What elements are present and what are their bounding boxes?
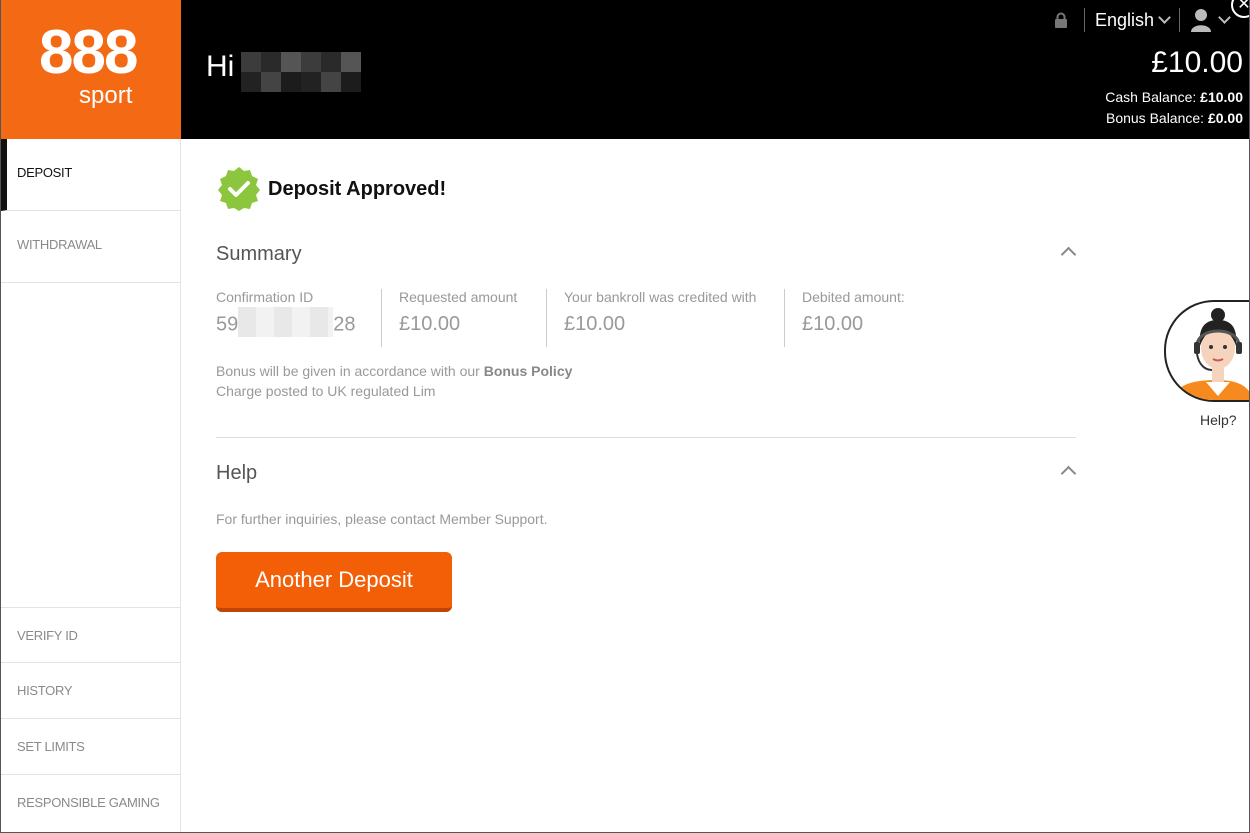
- separator: [1179, 8, 1180, 32]
- cash-balance: Cash Balance: £10.00: [1105, 89, 1243, 105]
- credited-amount-label: Your bankroll was credited with: [564, 289, 757, 305]
- section-divider: [216, 437, 1076, 438]
- chevron-up-icon[interactable]: [1060, 465, 1077, 482]
- status-text: Deposit Approved!: [268, 177, 447, 200]
- bonus-balance-value: £0.00: [1207, 110, 1243, 126]
- requested-amount-col: Requested amount £10.00: [381, 289, 546, 347]
- summary-title[interactable]: Summary: [216, 243, 302, 266]
- chevron-up-icon[interactable]: [1060, 246, 1077, 263]
- credited-amount-col: Your bankroll was credited with £10.00: [546, 289, 784, 347]
- bonus-policy-link[interactable]: Bonus Policy: [484, 363, 573, 379]
- confirmation-id-label: Confirmation ID: [216, 289, 314, 305]
- sidebar-item-deposit[interactable]: DEPOSIT: [1, 139, 181, 211]
- sidebar: DEPOSIT WITHDRAWAL VERIFY ID HISTORY SET…: [1, 139, 181, 832]
- bonus-note-text: Bonus will be given in accordance with o…: [216, 363, 480, 379]
- language-selector[interactable]: English: [1094, 9, 1171, 31]
- debited-amount-label: Debited amount:: [802, 289, 905, 305]
- help-text: For further inquiries, please contact Me…: [216, 511, 548, 527]
- debited-amount-col: Debited amount: £10.00: [784, 289, 984, 347]
- requested-amount-label: Requested amount: [399, 289, 518, 305]
- language-label: English: [1094, 9, 1154, 30]
- greeting-text: Hi: [206, 50, 235, 83]
- brand-logo[interactable]: 888 sport: [1, 0, 181, 139]
- cash-balance-label: Cash Balance:: [1105, 89, 1197, 105]
- sidebar-item-set-limits[interactable]: SET LIMITS: [1, 719, 181, 775]
- redacted-id: [238, 307, 334, 337]
- confirmation-id-col: Confirmation ID 59 28: [216, 289, 381, 347]
- support-agent-icon: [1172, 308, 1249, 400]
- separator: [1083, 8, 1085, 32]
- chevron-down-icon: [1218, 10, 1231, 24]
- bonus-balance: Bonus Balance: £0.00: [1106, 110, 1243, 126]
- bonus-note: Bonus will be given in accordance with o…: [216, 363, 572, 379]
- bonus-balance-label: Bonus Balance:: [1105, 110, 1205, 126]
- app-frame: 888 sport Hi English ✕ £10.00 Cash Balan…: [0, 0, 1250, 833]
- sidebar-item-verify-id[interactable]: VERIFY ID: [1, 607, 181, 663]
- total-balance: £10.00: [1151, 46, 1243, 79]
- top-controls: English: [1054, 0, 1249, 40]
- sidebar-item-history[interactable]: HISTORY: [1, 663, 181, 719]
- logo-word: sport: [79, 82, 133, 109]
- confirmation-id-suffix: 28: [333, 313, 356, 336]
- user-menu[interactable]: [1190, 8, 1231, 32]
- sidebar-item-withdrawal[interactable]: WITHDRAWAL: [1, 211, 181, 283]
- summary-details: Confirmation ID 59 28 Requested amount £1…: [216, 289, 984, 349]
- debited-amount-value: £10.00: [802, 313, 864, 335]
- confirmation-id-prefix: 59: [216, 313, 239, 336]
- help-widget-label[interactable]: Help?: [1200, 412, 1237, 428]
- header-bar: Hi English ✕ £10.00 Cash Balance: £10.00…: [181, 0, 1249, 139]
- check-badge-icon: [218, 167, 260, 211]
- help-title[interactable]: Help: [216, 462, 257, 485]
- chevron-down-icon: [1158, 10, 1171, 24]
- confirmation-id-value: 59 28: [216, 307, 381, 337]
- charge-note: Charge posted to UK regulated Lim: [216, 383, 436, 399]
- status-banner: Deposit Approved!: [216, 166, 446, 212]
- redacted-username: [241, 52, 361, 92]
- user-icon: [1191, 9, 1211, 32]
- cash-balance-value: £10.00: [1200, 89, 1243, 105]
- another-deposit-button[interactable]: Another Deposit: [216, 552, 452, 612]
- lock-icon[interactable]: [1054, 12, 1068, 28]
- logo-number: 888: [39, 18, 138, 87]
- sidebar-item-responsible-gaming[interactable]: RESPONSIBLE GAMING: [1, 775, 181, 832]
- credited-amount-value: £10.00: [564, 313, 626, 335]
- support-agent-widget[interactable]: [1164, 300, 1249, 402]
- requested-amount-value: £10.00: [399, 313, 461, 335]
